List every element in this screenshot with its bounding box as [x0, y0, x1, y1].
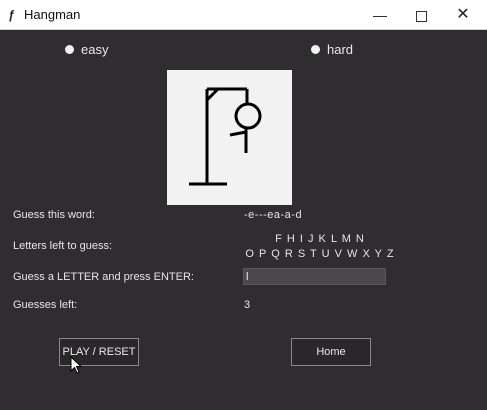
- radio-indicator-easy[interactable]: [65, 44, 74, 54]
- close-button[interactable]: ✕: [443, 0, 483, 30]
- difficulty-hard-radio[interactable]: hard: [311, 40, 353, 58]
- feather-icon: ƒ: [8, 8, 15, 22]
- minimize-button[interactable]: —: [360, 0, 400, 30]
- home-button[interactable]: Home: [291, 338, 371, 366]
- letters-left-label: Letters left to guess:: [13, 240, 113, 252]
- guess-word-label: Guess this word:: [13, 209, 95, 221]
- easy-label: easy: [81, 41, 109, 57]
- guess-letter-label: Guess a LETTER and press ENTER:: [13, 271, 194, 283]
- window-title: Hangman: [24, 7, 81, 22]
- guesses-left-value: 3: [244, 299, 251, 311]
- guesses-left-label: Guesses left:: [13, 299, 78, 311]
- hangman-window: ƒ Hangman — ✕ easy hard Guess this word:…: [0, 0, 487, 410]
- letters-left-line-1: F H I J K L M N: [275, 233, 365, 245]
- maximize-button[interactable]: [401, 0, 441, 30]
- gallows-brace: [205, 87, 220, 102]
- hangman-canvas: [167, 70, 292, 205]
- letters-left-line-2: O P Q R S T U V W X Y Z: [245, 248, 395, 260]
- letters-left-list: F H I J K L M N O P Q R S T U V W X Y Z: [244, 232, 396, 262]
- gallows-drawing: [189, 87, 262, 186]
- difficulty-easy-radio[interactable]: easy: [65, 40, 108, 58]
- hangman-arm: [229, 130, 247, 137]
- word-display: -e---ea-a-d: [244, 209, 303, 221]
- minimize-icon: —: [373, 7, 387, 23]
- close-icon: ✕: [456, 6, 470, 23]
- maximize-icon: [415, 10, 427, 22]
- radio-indicator-hard[interactable]: [311, 44, 320, 54]
- mouse-cursor-icon: [70, 356, 82, 374]
- hangman-head: [234, 102, 262, 130]
- title-bar: ƒ Hangman — ✕: [0, 0, 487, 30]
- guess-letter-input[interactable]: [243, 268, 386, 285]
- hard-label: hard: [327, 41, 354, 57]
